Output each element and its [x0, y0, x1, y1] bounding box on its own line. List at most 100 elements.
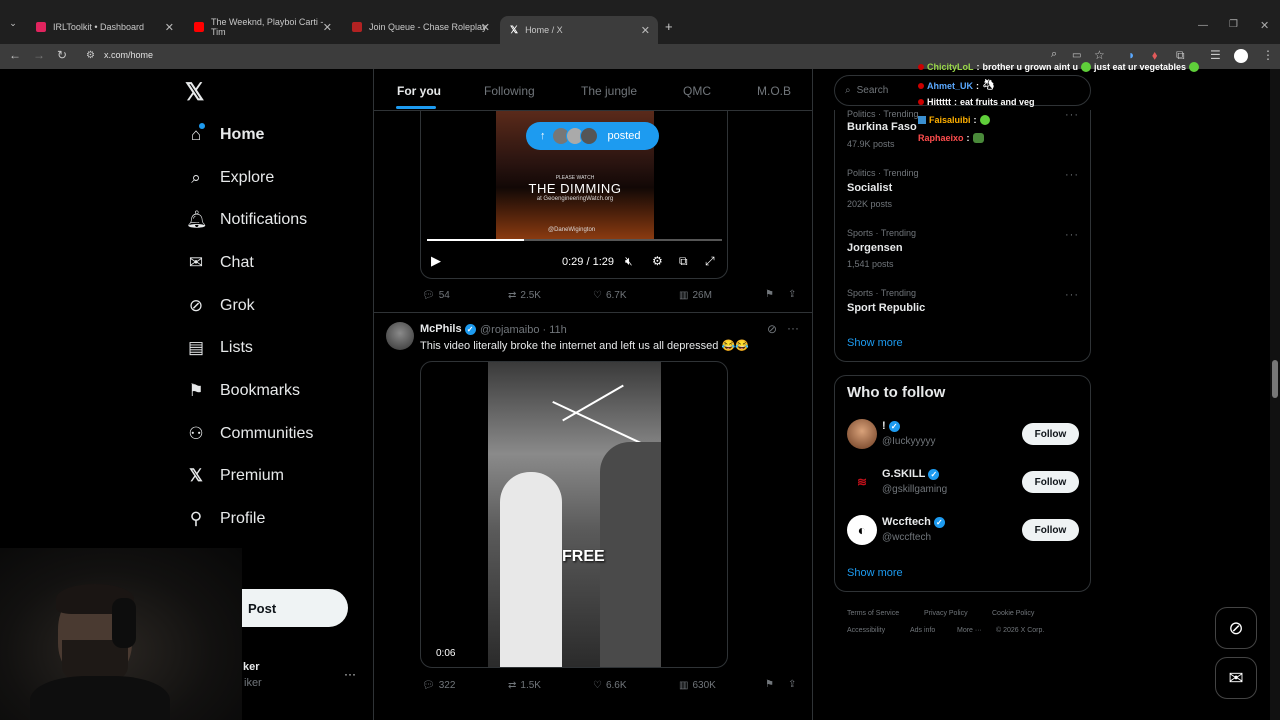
scrollbar-thumb[interactable]: [1272, 360, 1278, 398]
browser-tab[interactable]: The Weeknd, Playboi Carti - Tim ✕: [184, 16, 340, 38]
minimize-icon[interactable]: —: [1198, 20, 1208, 31]
account-name[interactable]: ker: [243, 661, 260, 673]
reply-button[interactable]: 💬︎ 322: [422, 680, 455, 691]
address-bar[interactable]: x.com/home: [104, 50, 153, 60]
messages-float-button[interactable]: ✉: [1215, 657, 1257, 699]
bookmark-button[interactable]: ⚑: [765, 289, 774, 300]
tab-close-icon[interactable]: ✕: [165, 21, 174, 34]
follow-suggestion-name[interactable]: ! ✓: [882, 420, 900, 432]
posted-label: posted: [607, 130, 641, 142]
like-button[interactable]: ♡ 6.6K: [593, 680, 627, 691]
nav-explore[interactable]: ⌕ Explore: [186, 163, 274, 193]
views-button[interactable]: ▥ 630K: [679, 680, 716, 691]
avatar[interactable]: ≋: [847, 467, 877, 497]
reload-icon[interactable]: ↻: [57, 48, 67, 62]
browser-tab[interactable]: IRLToolkit • Dashboard ✕: [26, 16, 182, 38]
trend-name[interactable]: Burkina Faso: [847, 121, 917, 133]
site-settings-icon[interactable]: ⚙: [86, 50, 95, 61]
nav-profile[interactable]: ⚲ Profile: [186, 504, 266, 534]
post-author[interactable]: McPhils ✓: [420, 323, 476, 335]
grok-icon[interactable]: ⊘: [767, 322, 777, 336]
footer-link[interactable]: Accessibility: [847, 627, 885, 634]
youtube-favicon-icon: [194, 22, 204, 32]
profile-avatar-icon[interactable]: [1234, 49, 1248, 63]
post-more-icon[interactable]: ···: [787, 321, 799, 335]
repost-button[interactable]: ⇄ 1.5K: [508, 680, 541, 691]
bookmark-button[interactable]: ⚑: [765, 679, 774, 690]
nav-chat[interactable]: ✉ Chat: [186, 248, 254, 278]
extension-2-icon[interactable]: ⬧: [1152, 48, 1157, 63]
tab-for-you[interactable]: For you: [397, 84, 441, 98]
footer-link[interactable]: Terms of Service: [847, 610, 899, 617]
x-logo-icon[interactable]: 𝕏: [185, 78, 204, 107]
posted-pill[interactable]: ↑ posted: [526, 122, 659, 150]
nav-notifications[interactable]: 🔔︎ Notifications: [186, 205, 307, 235]
show-more-trends[interactable]: Show more: [847, 337, 903, 349]
avatar[interactable]: ◐: [847, 515, 877, 545]
trend-name[interactable]: Socialist: [847, 182, 892, 194]
zoom-icon[interactable]: ⌕: [1051, 48, 1057, 61]
browser-tab-active[interactable]: 𝕏 Home / X ✕: [500, 16, 658, 44]
reading-list-icon[interactable]: ☰: [1210, 48, 1221, 62]
restore-icon[interactable]: ❐: [1229, 19, 1238, 30]
tab-the-jungle[interactable]: The jungle: [581, 84, 637, 98]
tab-list-button[interactable]: ⌄: [6, 18, 20, 34]
share-button[interactable]: ⇪: [788, 679, 796, 690]
extensions-icon[interactable]: ⧉: [1176, 48, 1185, 63]
follow-button[interactable]: Follow: [1022, 471, 1079, 493]
footer-link[interactable]: Ads info: [910, 627, 935, 634]
cast-icon[interactable]: ▭: [1072, 50, 1081, 61]
follow-suggestion-name[interactable]: Wccftech ✓: [882, 516, 945, 528]
footer-link[interactable]: Cookie Policy: [992, 610, 1034, 617]
close-window-icon[interactable]: ✕: [1260, 19, 1269, 32]
nav-grok[interactable]: ⊘ Grok: [186, 291, 255, 321]
tab-following[interactable]: Following: [484, 84, 535, 98]
pip-icon[interactable]: ⧉: [679, 254, 688, 269]
trend-more-icon[interactable]: ···: [1065, 289, 1079, 301]
tab-mob[interactable]: M.O.B: [757, 84, 791, 98]
trend-more-icon[interactable]: ···: [1065, 109, 1079, 121]
tab-close-icon[interactable]: ✕: [323, 21, 332, 34]
nav-lists[interactable]: ▤ Lists: [186, 333, 253, 363]
show-more-follow[interactable]: Show more: [847, 567, 903, 579]
nav-home[interactable]: ⌂ Home: [186, 120, 264, 150]
nav-bookmarks[interactable]: ⚑ Bookmarks: [186, 376, 300, 406]
footer-link[interactable]: More ···: [957, 627, 982, 634]
trend-name[interactable]: Jorgensen: [847, 242, 903, 254]
play-icon[interactable]: ▶: [431, 253, 441, 269]
share-button[interactable]: ⇪: [788, 289, 796, 300]
headphones: [112, 598, 136, 648]
forward-icon[interactable]: →: [33, 48, 45, 62]
new-tab-icon[interactable]: +: [665, 19, 673, 34]
tab-close-icon[interactable]: ✕: [641, 24, 650, 37]
video-progress-track[interactable]: [427, 239, 722, 241]
avatar[interactable]: [386, 322, 414, 350]
trend-more-icon[interactable]: ···: [1065, 169, 1079, 181]
browser-menu-icon[interactable]: ⋮: [1262, 48, 1274, 62]
account-more-icon[interactable]: ···: [344, 667, 356, 681]
browser-tab[interactable]: Join Queue - Chase Roleplay ✕: [342, 16, 498, 38]
follow-suggestion-name[interactable]: G.SKILL ✓: [882, 468, 940, 480]
nav-communities[interactable]: ⚇ Communities: [186, 419, 313, 449]
tab-qmc[interactable]: QMC: [683, 84, 711, 98]
views-button[interactable]: ▥ 26M: [679, 290, 712, 301]
repost-button[interactable]: ⇄ 2.5K: [508, 290, 541, 301]
like-button[interactable]: ♡ 6.7K: [593, 290, 627, 301]
fullscreen-icon[interactable]: ⤢: [705, 254, 715, 269]
grok-float-button[interactable]: ⊘: [1215, 607, 1257, 649]
footer-link[interactable]: Privacy Policy: [924, 610, 968, 617]
reply-button[interactable]: 💬︎ 54: [422, 290, 450, 301]
back-icon[interactable]: ←: [9, 48, 21, 62]
tab-close-icon[interactable]: ✕: [481, 21, 490, 34]
mute-icon[interactable]: 🔇︎: [625, 254, 633, 269]
follow-button[interactable]: Follow: [1022, 519, 1079, 541]
avatar[interactable]: [847, 419, 877, 449]
trend-name[interactable]: Sport Republic: [847, 302, 925, 314]
extension-1-icon[interactable]: ◗: [1128, 48, 1135, 62]
settings-icon[interactable]: ⚙: [652, 254, 663, 268]
trend-more-icon[interactable]: ···: [1065, 229, 1079, 241]
nav-premium[interactable]: 𝕏 Premium: [186, 461, 284, 491]
bookmark-star-icon[interactable]: ☆: [1094, 48, 1105, 62]
follow-button[interactable]: Follow: [1022, 423, 1079, 445]
video-player[interactable]: FREE 0:06: [420, 361, 728, 668]
